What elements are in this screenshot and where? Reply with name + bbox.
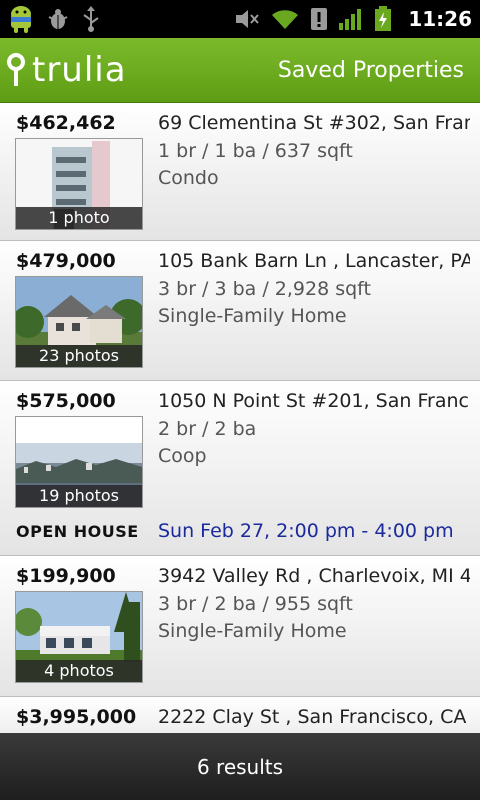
listing-address: 105 Bank Barn Ln , Lancaster, PA... — [158, 250, 470, 272]
open-house-label: OPEN HOUSE — [16, 522, 139, 541]
list-item[interactable]: $462,462 69 Clementina St #302, San Fran… — [0, 103, 480, 241]
listing-price: $199,900 — [16, 565, 116, 587]
listing-thumbnail[interactable]: 23 photos — [15, 276, 143, 368]
listing-price: $575,000 — [16, 390, 116, 412]
list-item[interactable]: $3,995,000 2222 Clay St , San Francisco,… — [0, 697, 480, 733]
trulia-logo[interactable]: trulia — [6, 50, 127, 90]
listing-details: 3 br / 3 ba / 2,928 sqft — [158, 278, 371, 300]
app-header: trulia Saved Properties — [0, 38, 480, 103]
page-title: Saved Properties — [277, 58, 464, 83]
saved-properties-list[interactable]: $462,462 69 Clementina St #302, San Fran… — [0, 103, 480, 733]
results-footer: 6 results — [0, 733, 480, 800]
alert-icon — [311, 8, 328, 30]
listing-details: 3 br / 2 ba / 955 sqft — [158, 593, 353, 615]
photo-count: 4 photos — [16, 660, 142, 682]
listing-type: Single-Family Home — [158, 305, 347, 327]
listing-address: 1050 N Point St #201, San Franci... — [158, 390, 470, 412]
wifi-icon — [272, 10, 299, 30]
list-item[interactable]: $575,000 1050 N Point St #201, San Franc… — [0, 381, 480, 556]
listing-address: 69 Clementina St #302, San Fran... — [158, 112, 470, 134]
signal-icon — [339, 9, 362, 30]
battery-charging-icon — [375, 6, 392, 31]
listing-type: Single-Family Home — [158, 620, 347, 642]
listing-thumbnail[interactable]: 19 photos — [15, 416, 143, 508]
listing-address: 2222 Clay St , San Francisco, CA 9... — [158, 706, 470, 728]
photo-count: 23 photos — [16, 345, 142, 367]
logo-text: trulia — [32, 50, 127, 90]
photo-count: 1 photo — [16, 207, 142, 229]
mute-icon — [236, 10, 260, 28]
listing-type: Coop — [158, 445, 207, 467]
usb-icon — [83, 6, 99, 32]
listing-details: 2 br / 2 ba — [158, 418, 257, 440]
android-icon — [11, 6, 31, 33]
status-bar: 11:26 — [0, 0, 480, 38]
listing-details: 1 br / 1 ba / 637 sqft — [158, 140, 353, 162]
photo-count: 19 photos — [16, 485, 142, 507]
listing-address: 3942 Valley Rd , Charlevoix, MI 4... — [158, 565, 470, 587]
clock: 11:26 — [408, 7, 472, 31]
list-item[interactable]: $479,000 105 Bank Barn Ln , Lancaster, P… — [0, 241, 480, 381]
open-house-time[interactable]: Sun Feb 27, 2:00 pm - 4:00 pm — [158, 520, 454, 542]
listing-thumbnail[interactable]: 1 photo — [15, 138, 143, 230]
location-pin-icon — [7, 53, 25, 86]
listing-price: $479,000 — [16, 250, 116, 272]
listing-type: Condo — [158, 167, 219, 189]
listing-thumbnail[interactable]: 4 photos — [15, 591, 143, 683]
listing-price: $3,995,000 — [16, 706, 137, 728]
list-item[interactable]: $199,900 3942 Valley Rd , Charlevoix, MI… — [0, 556, 480, 697]
results-count: 6 results — [196, 755, 284, 779]
debug-icon — [48, 9, 68, 29]
listing-price: $462,462 — [16, 112, 116, 134]
